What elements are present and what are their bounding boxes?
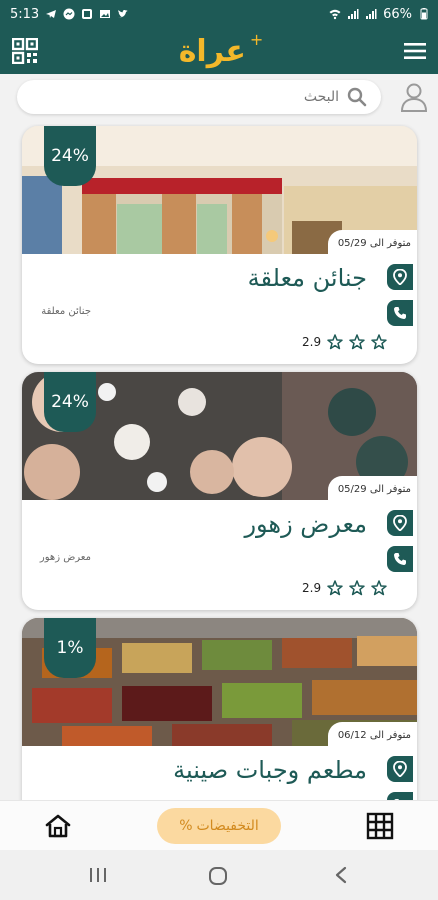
logo-text: عراة <box>178 33 247 69</box>
recent-apps-icon[interactable] <box>88 866 108 884</box>
star-icon <box>327 580 343 596</box>
search-row <box>0 78 438 118</box>
signal-icon <box>348 9 359 19</box>
offer-title: جنائن معلقة <box>247 264 367 292</box>
offer-subtitle: جنائن معلقة <box>41 306 91 317</box>
location-icon <box>393 269 407 285</box>
offer-title: معرض زهور <box>244 510 367 538</box>
star-icon <box>327 334 343 350</box>
home-icon[interactable] <box>44 813 72 839</box>
system-nav-bar <box>0 850 438 900</box>
offer-card[interactable]: 1% متوفر الى 06/12 مطعم وجبات صينية <box>22 618 417 800</box>
star-icon <box>371 334 387 350</box>
offer-title: مطعم وجبات صينية <box>173 756 367 784</box>
discount-badge: 24% <box>44 372 96 432</box>
menu-icon[interactable] <box>404 42 426 60</box>
status-bar-left: 5:13 <box>10 7 129 22</box>
available-until: متوفر الى 06/12 <box>327 722 417 748</box>
available-until: متوفر الى 05/29 <box>327 476 417 502</box>
telegram-icon <box>46 10 57 18</box>
location-button[interactable] <box>387 264 413 290</box>
app-logo: + عراة <box>178 30 264 69</box>
discount-badge: 24% <box>44 126 96 186</box>
system-home-icon[interactable] <box>208 866 228 886</box>
offer-subtitle: معرض زهور <box>39 552 91 563</box>
status-bar: 5:13 66% <box>0 0 438 28</box>
rating-value: 2.9 <box>302 581 322 595</box>
phone-icon <box>394 553 406 565</box>
notification-icon <box>82 9 93 19</box>
rating: 2.9 <box>302 580 387 596</box>
battery-level: 66% <box>383 6 412 22</box>
offer-card[interactable]: 24% متوفر الى 05/29 جنائن معلقة جنائن مع… <box>22 126 417 364</box>
phone-button[interactable] <box>387 300 413 326</box>
status-time: 5:13 <box>10 6 40 22</box>
bottom-nav: التخفيضات % <box>0 800 438 850</box>
search-bar[interactable] <box>17 80 381 114</box>
star-icon <box>371 580 387 596</box>
user-icon[interactable] <box>400 82 428 112</box>
back-icon[interactable] <box>334 866 348 884</box>
available-until: متوفر الى 05/29 <box>327 230 417 256</box>
offer-card[interactable]: 24% متوفر الى 05/29 معرض زهور معرض زهور … <box>22 372 417 610</box>
phone-button[interactable] <box>387 792 413 800</box>
messenger-icon <box>63 8 75 20</box>
rating: 2.9 <box>302 334 387 350</box>
offers-feed: 24% متوفر الى 05/29 جنائن معلقة جنائن مع… <box>0 124 438 800</box>
search-input[interactable] <box>79 89 339 105</box>
phone-icon <box>394 307 406 319</box>
twitter-icon <box>118 10 129 18</box>
rating-value: 2.9 <box>302 335 322 349</box>
wifi-icon <box>329 9 341 20</box>
status-bar-right: 66% <box>329 7 430 22</box>
search-icon[interactable] <box>347 87 367 107</box>
location-icon <box>393 515 407 531</box>
phone-button[interactable] <box>387 546 413 572</box>
location-icon <box>393 761 407 777</box>
discounts-button[interactable]: التخفيضات % <box>157 808 281 844</box>
discount-badge: 1% <box>44 618 96 678</box>
discounts-label: التخفيضات <box>196 818 259 834</box>
location-button[interactable] <box>387 510 413 536</box>
logo-plus: + <box>249 29 264 49</box>
battery-icon <box>420 8 428 20</box>
qr-code-icon[interactable] <box>12 38 38 64</box>
location-button[interactable] <box>387 756 413 782</box>
signal-icon-2 <box>366 9 377 19</box>
gallery-icon <box>100 10 111 18</box>
star-icon <box>349 580 365 596</box>
grid-icon[interactable] <box>366 812 394 840</box>
star-icon <box>349 334 365 350</box>
percent-icon: % <box>179 818 193 834</box>
app-bar: + عراة <box>0 28 438 74</box>
